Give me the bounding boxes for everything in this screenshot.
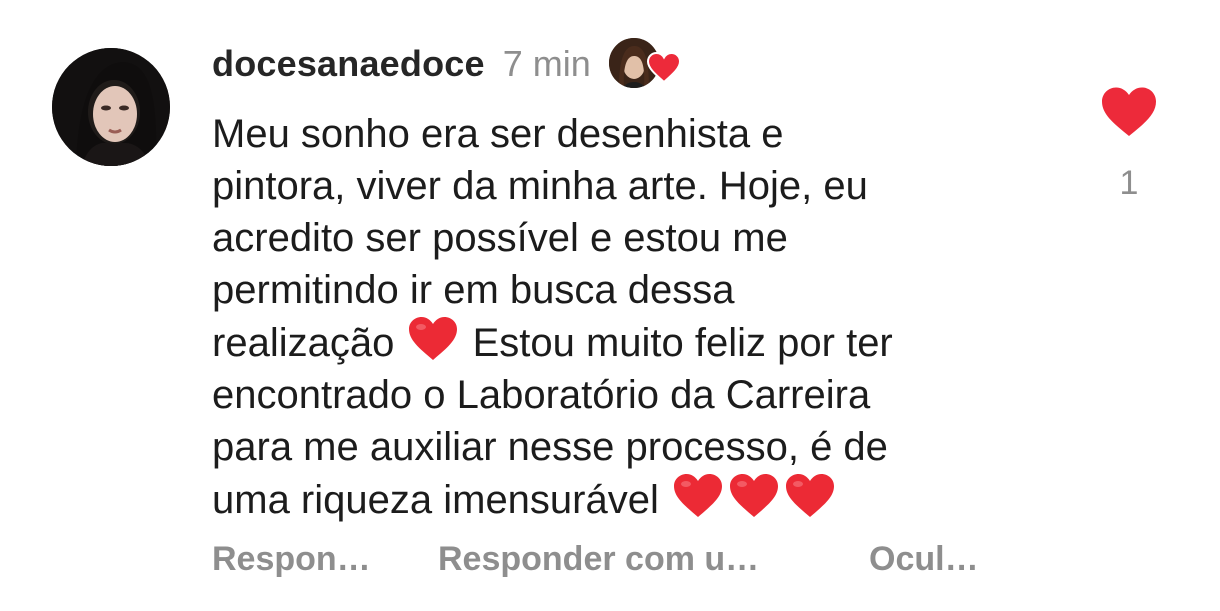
liked-by-creator-badge — [608, 38, 683, 90]
red-heart-emoji-icon — [409, 317, 458, 360]
heart-icon — [646, 52, 681, 84]
comment-header: docesanaedoce 7 min — [212, 38, 683, 90]
comment-line-text: uma riqueza imensurável — [212, 478, 659, 522]
comment-line: realização Estou muito feliz por ter — [212, 316, 1042, 369]
timestamp: 7 min — [502, 43, 591, 84]
comment-line: encontrado o Laboratório da Carreira — [212, 373, 871, 417]
like-column: 1 — [1096, 86, 1162, 203]
comment-line: acredito ser possível e estou me — [212, 216, 788, 260]
red-heart-emoji-icon — [730, 474, 778, 517]
comment-line: uma riqueza imensurável — [212, 473, 1042, 526]
comment-line-text: Estou muito feliz por ter — [472, 321, 893, 365]
username[interactable]: docesanaedoce — [212, 43, 485, 85]
comment-line: pintora, viver da minha arte. Hoje, eu — [212, 164, 868, 208]
comment-line: para me auxiliar nesse processo, é de — [212, 425, 888, 469]
like-count: 1 — [1119, 164, 1139, 202]
comment-line: permitindo ir em busca dessa — [212, 268, 735, 312]
reply-button[interactable]: Respon… — [212, 540, 371, 579]
red-heart-emoji-icon — [674, 474, 722, 517]
commenter-avatar[interactable] — [52, 48, 170, 166]
comment-line: Meu sonho era ser desenhista e — [212, 112, 784, 156]
hide-button[interactable]: Ocul… — [869, 540, 979, 579]
reply-with-button[interactable]: Responder com u… — [438, 540, 759, 579]
comment-line-text: realização — [212, 321, 395, 365]
comment-text: Meu sonho era ser desenhista e pintora, … — [212, 108, 1042, 526]
comment-item: docesanaedoce 7 min Meu sonho era ser de… — [0, 0, 1220, 611]
red-heart-emoji-icon — [786, 474, 834, 517]
heart-filled-icon[interactable] — [1100, 86, 1158, 138]
